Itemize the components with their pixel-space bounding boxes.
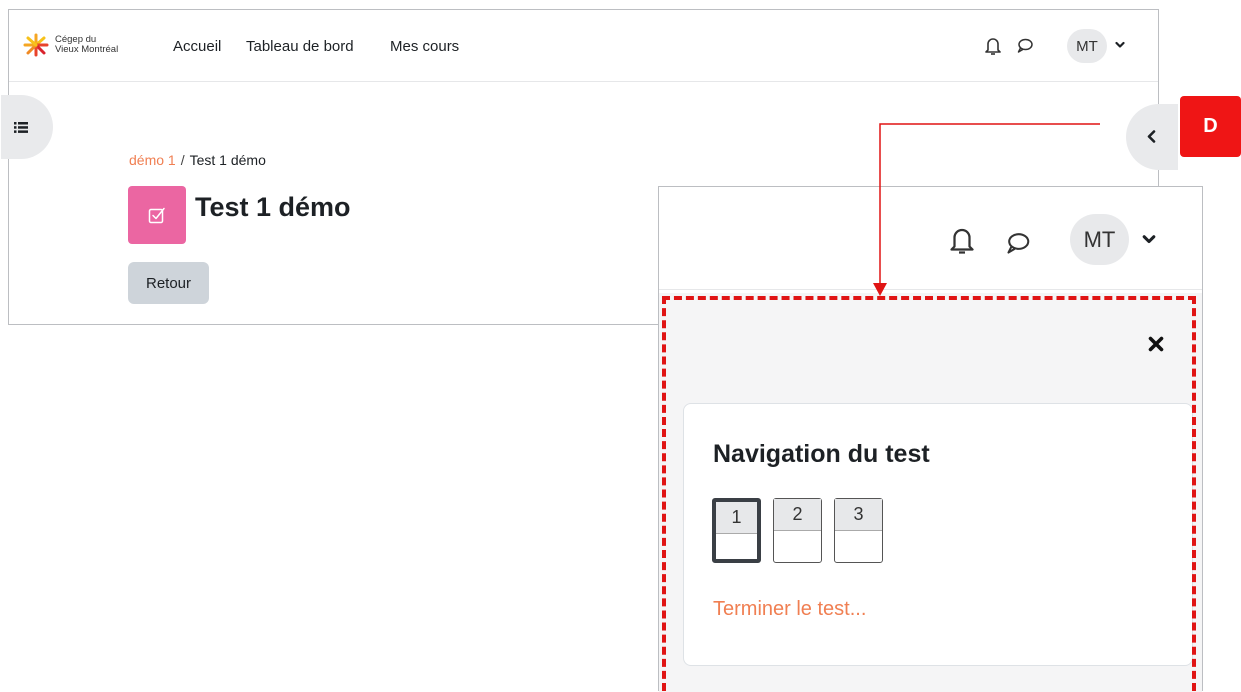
callout-arrow: [873, 123, 1100, 296]
